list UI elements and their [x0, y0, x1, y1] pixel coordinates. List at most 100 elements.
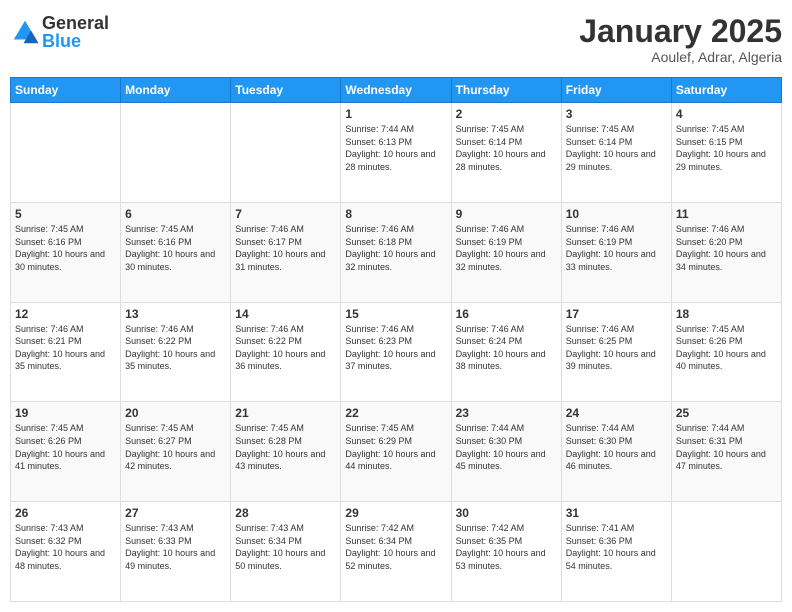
day-info: Sunrise: 7:44 AMSunset: 6:30 PMDaylight:… — [456, 422, 557, 472]
day-info: Sunrise: 7:46 AMSunset: 6:24 PMDaylight:… — [456, 323, 557, 373]
sunset-text: Sunset: 6:29 PM — [345, 435, 446, 448]
calendar-cell: 20Sunrise: 7:45 AMSunset: 6:27 PMDayligh… — [121, 402, 231, 502]
day-number: 11 — [676, 207, 777, 221]
sunset-text: Sunset: 6:16 PM — [125, 236, 226, 249]
title-area: January 2025 Aoulef, Adrar, Algeria — [579, 14, 782, 65]
sunset-text: Sunset: 6:22 PM — [125, 335, 226, 348]
sunset-text: Sunset: 6:36 PM — [566, 535, 667, 548]
header-saturday: Saturday — [671, 78, 781, 103]
calendar-cell: 13 Sunrise: 7:46 AMSunset: 6:22 PMDayligh… — [121, 302, 231, 402]
day-info: Sunrise: 7:43 AMSunset: 6:32 PMDaylight:… — [15, 522, 116, 572]
daylight-text: Daylight: 10 hours and 52 minutes. — [345, 547, 446, 572]
daylight-text: Daylight: 10 hours and 37 minutes. — [345, 348, 446, 373]
sunrise-text: Sunrise: 7:44 AM — [345, 123, 446, 136]
month-title: January 2025 — [579, 14, 782, 49]
calendar-cell: 6Sunrise: 7:45 AMSunset: 6:16 PMDaylight… — [121, 202, 231, 302]
calendar-cell: 19Sunrise: 7:45 AMSunset: 6:26 PMDayligh… — [11, 402, 121, 502]
sunset-text: Sunset: 6:27 PM — [125, 435, 226, 448]
logo-blue: Blue — [42, 32, 109, 50]
calendar-cell: 23Sunrise: 7:44 AMSunset: 6:30 PMDayligh… — [451, 402, 561, 502]
daylight-text: Daylight: 10 hours and 47 minutes. — [676, 448, 777, 473]
header-wednesday: Wednesday — [341, 78, 451, 103]
day-info: Sunrise: 7:45 AMSunset: 6:26 PMDaylight:… — [676, 323, 777, 373]
day-number: 19 — [15, 406, 116, 420]
header-tuesday: Tuesday — [231, 78, 341, 103]
sunset-text: Sunset: 6:31 PM — [676, 435, 777, 448]
daylight-text: Daylight: 10 hours and 28 minutes. — [456, 148, 557, 173]
sunset-text: Sunset: 6:23 PM — [345, 335, 446, 348]
sunset-text: Sunset: 6:21 PM — [15, 335, 116, 348]
day-info: Sunrise: 7:43 AMSunset: 6:33 PMDaylight:… — [125, 522, 226, 572]
day-info: Sunrise: 7:42 AMSunset: 6:34 PMDaylight:… — [345, 522, 446, 572]
day-info: Sunrise: 7:42 AMSunset: 6:35 PMDaylight:… — [456, 522, 557, 572]
day-number: 1 — [345, 107, 446, 121]
sunset-text: Sunset: 6:19 PM — [566, 236, 667, 249]
daylight-text: Daylight: 10 hours and 35 minutes. — [125, 348, 226, 373]
calendar-week-row: 5Sunrise: 7:45 AMSunset: 6:16 PMDaylight… — [11, 202, 782, 302]
sunset-text: Sunset: 6:28 PM — [235, 435, 336, 448]
day-number: 22 — [345, 406, 446, 420]
sunset-text: Sunset: 6:14 PM — [566, 136, 667, 149]
sunrise-text: Sunrise: 7:44 AM — [566, 422, 667, 435]
calendar-cell: 10Sunrise: 7:46 AMSunset: 6:19 PMDayligh… — [561, 202, 671, 302]
daylight-text: Daylight: 10 hours and 29 minutes. — [566, 148, 667, 173]
sunset-text: Sunset: 6:13 PM — [345, 136, 446, 149]
daylight-text: Daylight: 10 hours and 32 minutes. — [345, 248, 446, 273]
sunrise-text: Sunrise: 7:46 AM — [125, 323, 226, 336]
calendar-cell: 31Sunrise: 7:41 AMSunset: 6:36 PMDayligh… — [561, 502, 671, 602]
day-number: 24 — [566, 406, 667, 420]
day-info: Sunrise: 7:45 AMSunset: 6:15 PMDaylight:… — [676, 123, 777, 173]
day-number: 14 — [235, 307, 336, 321]
day-number: 25 — [676, 406, 777, 420]
sunset-text: Sunset: 6:20 PM — [676, 236, 777, 249]
calendar-cell: 18 Sunrise: 7:45 AMSunset: 6:26 PMDayligh… — [671, 302, 781, 402]
calendar-cell: 16 Sunrise: 7:46 AMSunset: 6:24 PMDayligh… — [451, 302, 561, 402]
sunrise-text: Sunrise: 7:46 AM — [15, 323, 116, 336]
sunrise-text: Sunrise: 7:45 AM — [235, 422, 336, 435]
sunrise-text: Sunrise: 7:46 AM — [235, 323, 336, 336]
daylight-text: Daylight: 10 hours and 49 minutes. — [125, 547, 226, 572]
header-friday: Friday — [561, 78, 671, 103]
daylight-text: Daylight: 10 hours and 35 minutes. — [15, 348, 116, 373]
day-number: 2 — [456, 107, 557, 121]
day-info: Sunrise: 7:46 AMSunset: 6:25 PMDaylight:… — [566, 323, 667, 373]
daylight-text: Daylight: 10 hours and 36 minutes. — [235, 348, 336, 373]
calendar-cell: 9Sunrise: 7:46 AMSunset: 6:19 PMDaylight… — [451, 202, 561, 302]
subtitle: Aoulef, Adrar, Algeria — [579, 49, 782, 65]
daylight-text: Daylight: 10 hours and 45 minutes. — [456, 448, 557, 473]
daylight-text: Daylight: 10 hours and 48 minutes. — [15, 547, 116, 572]
day-info: Sunrise: 7:45 AMSunset: 6:14 PMDaylight:… — [456, 123, 557, 173]
calendar-week-row: 19 Sunrise: 7:45 AM Sunset: 6:26 PM Dayligh… — [11, 402, 782, 502]
sunrise-text: Sunrise: 7:45 AM — [15, 223, 116, 236]
sunset-text: Sunset: 6:34 PM — [345, 535, 446, 548]
sunset-text: Sunset: 6:22 PM — [235, 335, 336, 348]
calendar-cell: 21Sunrise: 7:45 AMSunset: 6:28 PMDayligh… — [231, 402, 341, 502]
day-number: 21 — [235, 406, 336, 420]
day-number: 7 — [235, 207, 336, 221]
sunset-text: Sunset: 6:15 PM — [676, 136, 777, 149]
daylight-text: Daylight: 10 hours and 50 minutes. — [235, 547, 336, 572]
daylight-text: Daylight: 10 hours and 54 minutes. — [566, 547, 667, 572]
weekday-header-row: Sunday Monday Tuesday Wednesday Thursday… — [11, 78, 782, 103]
sunrise-text: Sunrise: 7:43 AM — [235, 522, 336, 535]
sunset-text: Sunset: 6:26 PM — [676, 335, 777, 348]
day-number: 16 — [456, 307, 557, 321]
daylight-text: Daylight: 10 hours and 32 minutes. — [456, 248, 557, 273]
calendar-cell: 22Sunrise: 7:45 AMSunset: 6:29 PMDayligh… — [341, 402, 451, 502]
sunset-text: Sunset: 6:30 PM — [566, 435, 667, 448]
sunrise-text: Sunrise: 7:42 AM — [456, 522, 557, 535]
day-number: 4 — [676, 107, 777, 121]
day-info: Sunrise: 7:46 AMSunset: 6:18 PMDaylight:… — [345, 223, 446, 273]
sunset-text: Sunset: 6:26 PM — [15, 435, 116, 448]
day-number: 28 — [235, 506, 336, 520]
calendar-cell: 8Sunrise: 7:46 AMSunset: 6:18 PMDaylight… — [341, 202, 451, 302]
calendar-cell: 24Sunrise: 7:44 AMSunset: 6:30 PMDayligh… — [561, 402, 671, 502]
daylight-text: Daylight: 10 hours and 31 minutes. — [235, 248, 336, 273]
day-info: Sunrise: 7:46 AMSunset: 6:21 PMDaylight:… — [15, 323, 116, 373]
day-info: Sunrise: 7:45 AMSunset: 6:27 PMDaylight:… — [125, 422, 226, 472]
sunrise-text: Sunrise: 7:45 AM — [125, 422, 226, 435]
day-number: 18 — [676, 307, 777, 321]
calendar-cell: 1Sunrise: 7:44 AMSunset: 6:13 PMDaylight… — [341, 103, 451, 203]
day-number: 13 — [125, 307, 226, 321]
day-number: 15 — [345, 307, 446, 321]
